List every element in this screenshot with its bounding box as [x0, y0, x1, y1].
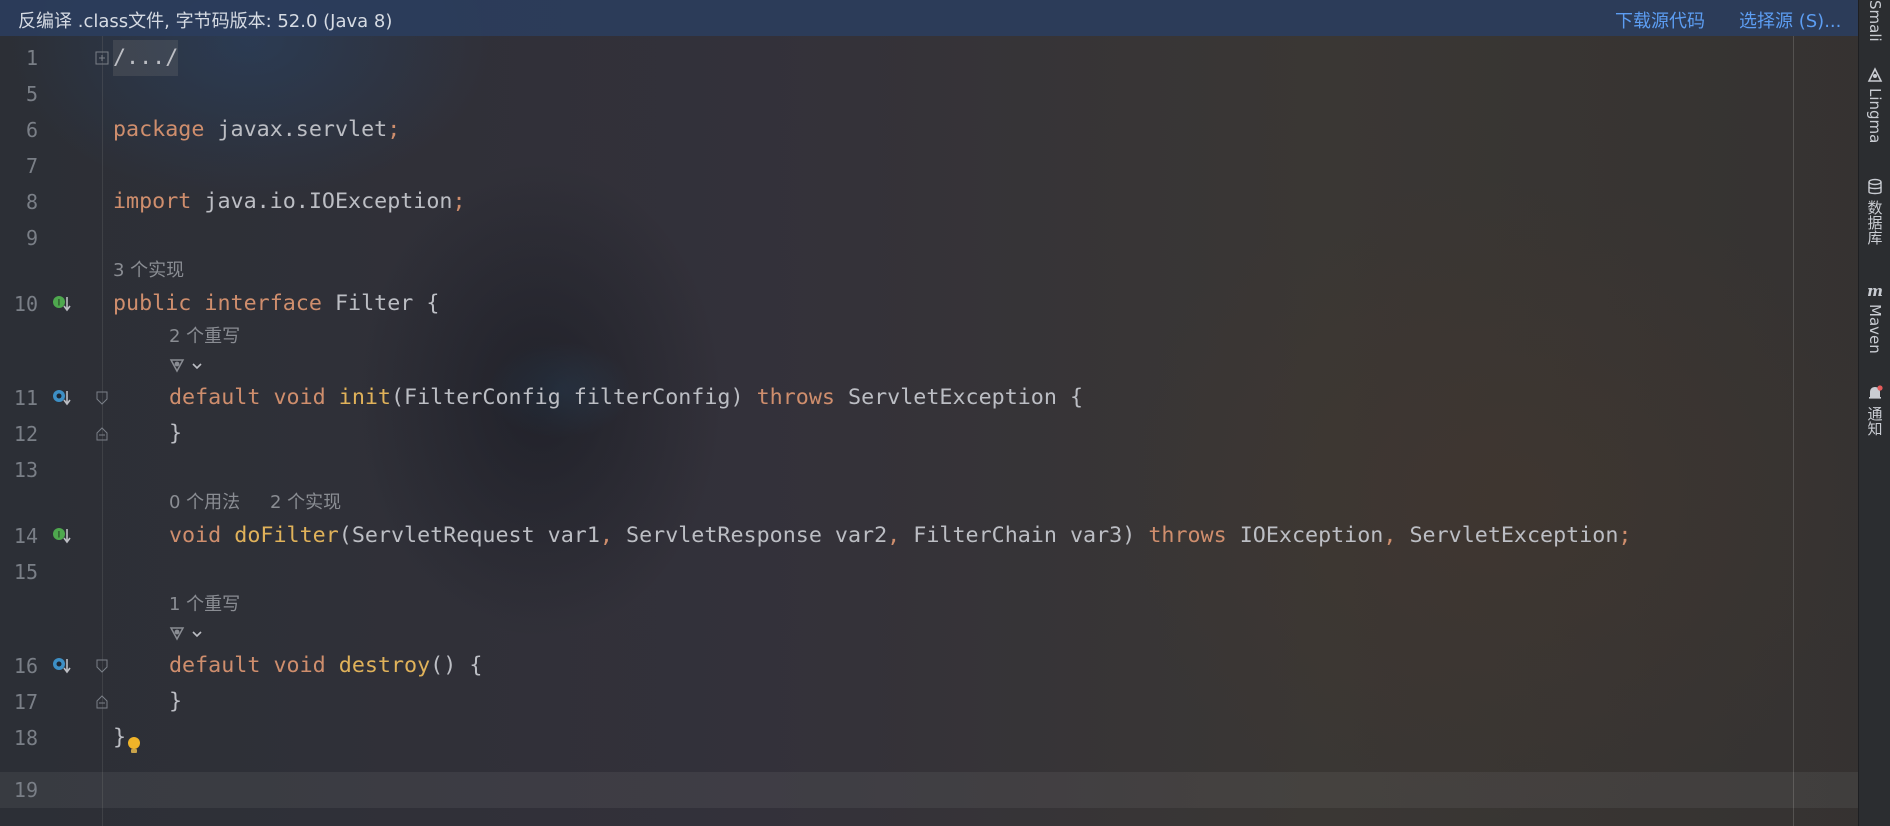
sidebar-item-label: Smali — [1866, 0, 1884, 42]
code-line: 19 — [0, 772, 1858, 808]
fold-toggle-icon[interactable] — [95, 659, 109, 673]
code-line: 10 I public interface Filter { — [0, 286, 1858, 322]
choose-source-link[interactable]: 选择源 (S)... — [1739, 7, 1841, 33]
overridden-method-icon[interactable] — [52, 656, 72, 676]
lightbulb-icon[interactable] — [126, 735, 142, 755]
line-number: 10 — [13, 292, 38, 316]
inlay-hint-row — [0, 620, 1858, 648]
code-line: 16 default void destroy() { — [0, 648, 1858, 684]
decompiler-banner: 反编译 .class文件, 字节码版本: 52.0 (Java 8) 下载源代码… — [0, 0, 1858, 36]
implementations-hint[interactable]: 2 个实现 — [270, 488, 341, 518]
collapsed-header[interactable]: /.../ — [113, 40, 179, 76]
code-line: 14 I void doFilter(ServletRequest var1, … — [0, 518, 1858, 554]
code-line: 18 } — [0, 720, 1858, 756]
line-number: 18 — [13, 726, 38, 750]
svg-text:I: I — [58, 299, 61, 309]
notification-bell-icon — [1869, 385, 1883, 399]
maven-icon: m — [1867, 282, 1883, 300]
sidebar-item-label: Lingma — [1866, 88, 1884, 144]
code-line: 7 — [0, 148, 1858, 184]
sidebar-item-maven[interactable]: m Maven — [1859, 282, 1890, 354]
close-brace: } — [169, 689, 183, 714]
sidebar-item-database[interactable]: 数据库 — [1859, 178, 1890, 245]
svg-text:m: m — [1867, 282, 1883, 300]
code-line: 8 import java.io.IOException; — [0, 184, 1858, 220]
import-statement: import java.io.IOException; — [113, 189, 466, 214]
sidebar-item-label: 数据库 — [1865, 200, 1884, 245]
code-line: 9 — [0, 220, 1858, 256]
line-number: 11 — [13, 386, 38, 410]
sidebar-item-label: 通知 — [1865, 406, 1884, 436]
line-number: 9 — [25, 226, 38, 250]
sidebar-item-lingma[interactable]: Lingma — [1859, 66, 1890, 143]
close-brace: } — [113, 725, 127, 750]
code-line: 15 — [0, 554, 1858, 590]
line-number: 17 — [13, 690, 38, 714]
line-number: 15 — [13, 560, 38, 584]
sidebar-item-smali[interactable]: Smali — [1859, 0, 1890, 42]
ai-assistant-dropdown-icon[interactable] — [167, 624, 207, 644]
inlay-hint-row: 2 个重写 — [0, 322, 1858, 352]
line-number: 19 — [13, 778, 38, 802]
right-tool-sidebar: Smali Lingma 数据库 m Maven 通知 — [1858, 0, 1890, 826]
package-statement: package javax.servlet; — [113, 117, 401, 142]
line-number: 8 — [25, 190, 38, 214]
inlay-hint-row: 1 个重写 — [0, 590, 1858, 620]
sidebar-item-label: Maven — [1866, 304, 1884, 354]
expand-fold-icon[interactable] — [95, 51, 109, 65]
code-line: 5 — [0, 76, 1858, 112]
sidebar-item-notifications[interactable]: 通知 — [1859, 384, 1890, 436]
dofilter-method-declaration: void doFilter(ServletRequest var1, Servl… — [169, 523, 1632, 548]
line-number: 1 — [25, 46, 38, 70]
database-icon — [1868, 178, 1882, 195]
inlay-hint-row: 0 个用法 2 个实现 — [0, 488, 1858, 518]
line-number: 12 — [13, 422, 38, 446]
line-number: 5 — [25, 82, 38, 106]
line-number: 13 — [13, 458, 38, 482]
fold-toggle-icon[interactable] — [95, 391, 109, 405]
usages-hint[interactable]: 0 个用法 — [169, 488, 240, 518]
ai-assistant-dropdown-icon[interactable] — [167, 356, 207, 376]
line-number: 14 — [13, 524, 38, 548]
fold-end-icon[interactable] — [95, 427, 109, 441]
code-editor[interactable]: 1 /.../ 5 6 package javax.servlet; 7 8 i… — [0, 36, 1858, 826]
code-line: 12 } — [0, 416, 1858, 452]
svg-text:I: I — [58, 531, 61, 541]
implemented-interface-icon[interactable]: I — [52, 294, 72, 314]
overrides-hint[interactable]: 2 个重写 — [169, 322, 240, 352]
line-number: 7 — [25, 154, 38, 178]
code-line: 1 /.../ — [0, 40, 1858, 76]
implemented-method-icon[interactable]: I — [52, 526, 72, 546]
line-number: 16 — [13, 654, 38, 678]
overrides-hint[interactable]: 1 个重写 — [169, 590, 240, 620]
interface-declaration: public interface Filter { — [113, 291, 440, 316]
download-source-link[interactable]: 下载源代码 — [1615, 7, 1705, 33]
code-line: 11 default void init(FilterConfig filter… — [0, 380, 1858, 416]
fold-end-icon[interactable] — [95, 695, 109, 709]
inlay-hint-row — [0, 352, 1858, 380]
decompiler-banner-title: 反编译 .class文件, 字节码版本: 52.0 (Java 8) — [18, 11, 393, 32]
implementations-hint[interactable]: 3 个实现 — [113, 256, 184, 286]
lingma-icon — [1867, 67, 1883, 82]
code-line: 13 — [0, 452, 1858, 488]
inlay-hint-row: 3 个实现 — [0, 256, 1858, 286]
code-line: 17 } — [0, 684, 1858, 720]
code-line: 6 package javax.servlet; — [0, 112, 1858, 148]
init-method-declaration: default void init(FilterConfig filterCon… — [169, 385, 1084, 410]
overridden-method-icon[interactable] — [52, 388, 72, 408]
destroy-method-declaration: default void destroy() { — [169, 653, 483, 678]
close-brace: } — [169, 421, 183, 446]
line-number: 6 — [25, 118, 38, 142]
